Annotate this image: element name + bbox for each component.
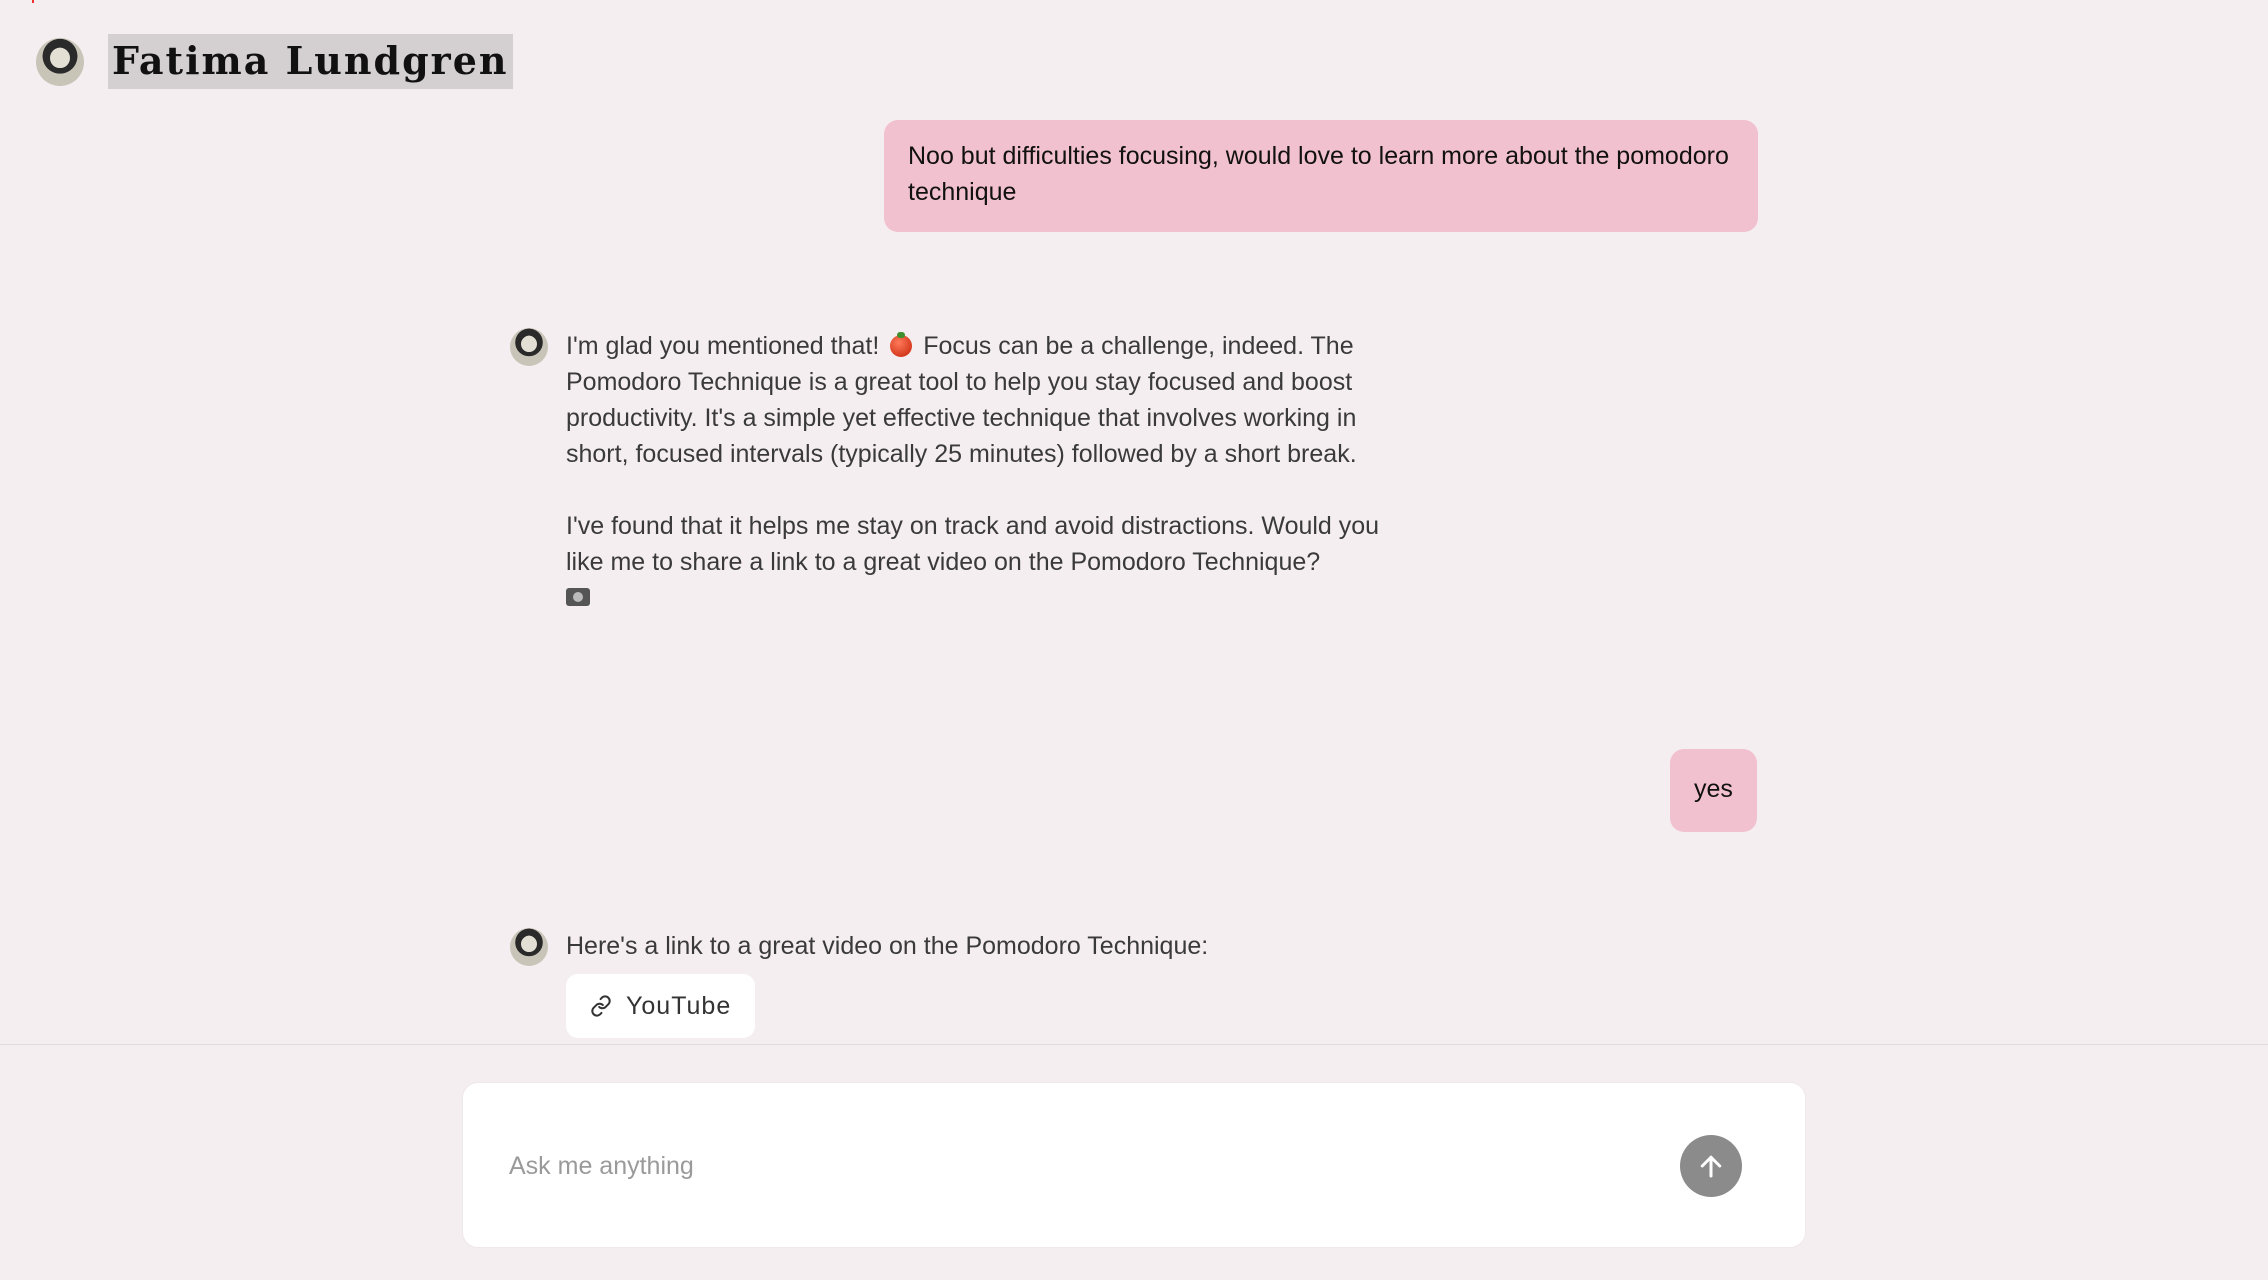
youtube-link-button[interactable]: YouTube (566, 974, 756, 1038)
video-camera-emoji-icon (566, 588, 590, 606)
user-message: Noo but difficulties focusing, would lov… (884, 120, 1758, 232)
user-message: yes (1670, 749, 1757, 832)
user-message-text: yes (1694, 775, 1733, 803)
arrow-up-icon (1700, 1155, 1722, 1178)
bot-message-text: Here's a link to a great video on the Po… (566, 928, 1208, 1038)
link-label: YouTube (626, 992, 732, 1020)
bot-message: Here's a link to a great video on the Po… (510, 928, 1410, 1038)
tomato-emoji-icon (890, 332, 913, 357)
avatar (510, 928, 548, 966)
bot-message: I'm glad you mentioned that! Focus can b… (510, 328, 1390, 616)
bot-message-text-part: I'm glad you mentioned that! (566, 332, 880, 360)
composer (462, 1082, 1806, 1248)
send-button[interactable] (1680, 1135, 1742, 1197)
bot-message-text-part: Here's a link to a great video on the Po… (566, 932, 1209, 960)
bot-message-text: I'm glad you mentioned that! Focus can b… (566, 328, 1386, 616)
link-icon (591, 995, 611, 1017)
user-message-text: Noo but difficulties focusing, would lov… (908, 142, 1729, 206)
chat-thread: Noo but difficulties focusing, would lov… (0, 0, 2268, 1044)
divider (0, 1044, 2268, 1045)
avatar (510, 328, 548, 366)
chat-input[interactable] (509, 1141, 1609, 1191)
bot-message-text-part: I've found that it helps me stay on trac… (566, 512, 1380, 576)
